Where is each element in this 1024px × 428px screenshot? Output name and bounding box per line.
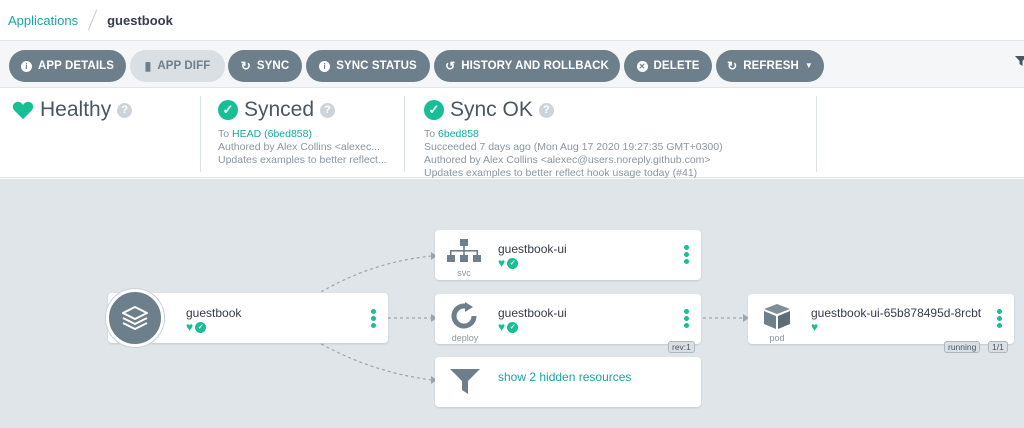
- service-icon: [447, 239, 481, 262]
- deployment-node[interactable]: deploy guestbook-ui ♥ ✓ rev:1: [435, 294, 701, 353]
- deployment-node-menu[interactable]: [683, 309, 691, 330]
- check-circle-icon: ✓: [507, 321, 519, 333]
- service-node-name: guestbook-ui: [498, 242, 567, 256]
- deployment-node-status: ♥ ✓: [498, 320, 519, 334]
- deployment-icon: [451, 302, 477, 329]
- app-icon: [106, 289, 164, 347]
- check-circle-icon: ✓: [507, 257, 519, 269]
- pod-node-status: ♥: [811, 321, 818, 333]
- service-node[interactable]: svc guestbook-ui ♥ ✓: [435, 230, 701, 280]
- pod-icon: [764, 304, 790, 329]
- filter-icon: [450, 369, 480, 394]
- hidden-resources-node[interactable]: show 2 hidden resources: [435, 357, 701, 407]
- service-node-status: ♥ ✓: [498, 256, 519, 270]
- heart-icon: ♥: [186, 320, 194, 334]
- pod-node[interactable]: pod guestbook-ui-65b878495d-8rcbt ♥ runn…: [748, 294, 1014, 353]
- app-node-name: guestbook: [186, 306, 242, 320]
- pod-node-menu[interactable]: [996, 309, 1004, 330]
- pod-phase-badge: running: [944, 341, 981, 353]
- layers-icon: [122, 306, 148, 330]
- service-node-menu[interactable]: [683, 245, 691, 266]
- heart-icon: ♥: [498, 320, 506, 334]
- pod-node-name: guestbook-ui-65b878495d-8rcbt: [811, 306, 982, 320]
- deployment-kind: deploy: [451, 333, 479, 343]
- revision-badge: rev:1: [668, 341, 695, 353]
- pod-ready-badge: 1/1: [988, 341, 1008, 353]
- service-kind: svc: [457, 268, 471, 278]
- deployment-node-name: guestbook-ui: [498, 306, 567, 320]
- heart-icon: ♥: [811, 320, 819, 334]
- check-circle-icon: ✓: [195, 321, 207, 333]
- heart-icon: ♥: [498, 256, 506, 270]
- app-node-menu[interactable]: [370, 309, 378, 330]
- pod-kind: pod: [769, 333, 785, 343]
- show-hidden-resources-link[interactable]: show 2 hidden resources: [498, 370, 631, 384]
- app-node-status: ♥ ✓: [186, 320, 207, 334]
